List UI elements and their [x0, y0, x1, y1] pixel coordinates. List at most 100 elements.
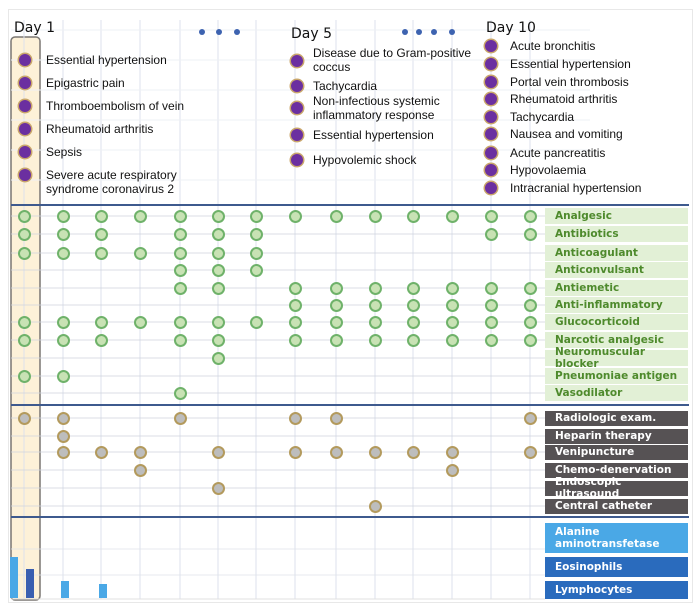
medication-marker: [406, 298, 420, 312]
ellipsis-dot: [416, 29, 422, 35]
diagnosis-item: Hypovolaemia: [510, 163, 587, 177]
diagnosis-dot: [291, 55, 303, 67]
medication-marker: [173, 246, 187, 260]
diagnosis-dot: [291, 102, 303, 114]
medication-marker: [484, 315, 498, 329]
medication-marker: [368, 209, 382, 223]
medication-marker: [329, 281, 343, 295]
procedure-marker: [173, 411, 187, 425]
procedure-marker: [329, 445, 343, 459]
diagnosis-item: Nausea and vomiting: [510, 127, 623, 141]
medication-marker: [288, 298, 302, 312]
diagnosis-dot: [291, 80, 303, 92]
day-label: Day 5: [291, 26, 333, 42]
diagnosis-dot: [19, 146, 31, 158]
medication-marker: [484, 298, 498, 312]
procedure-marker: [94, 445, 108, 459]
medication-marker: [249, 315, 263, 329]
ellipsis-dot: [402, 29, 408, 35]
medication-marker: [56, 246, 70, 260]
medication-marker: [173, 263, 187, 277]
medication-marker: [94, 209, 108, 223]
medication-marker: [17, 246, 31, 260]
diagnosis-item: Disease due to Gram-positive coccus: [313, 46, 472, 74]
medication-marker: [211, 263, 225, 277]
medication-marker: [173, 315, 187, 329]
medication-marker: [56, 209, 70, 223]
medication-marker: [249, 227, 263, 241]
diagnosis-dot: [485, 93, 497, 105]
procedure-marker: [56, 445, 70, 459]
procedure-marker: [288, 411, 302, 425]
medication-marker: [368, 281, 382, 295]
medication-marker: [173, 281, 187, 295]
medication-label: Antiemetic: [545, 280, 688, 296]
medication-marker: [329, 315, 343, 329]
diagnosis-item: Acute bronchitis: [510, 39, 596, 53]
diagnosis-item: Essential hypertension: [46, 53, 167, 67]
medication-marker: [523, 315, 537, 329]
diagnosis-dot: [19, 100, 31, 112]
medication-marker: [288, 333, 302, 347]
diagnosis-dot: [19, 77, 31, 89]
medication-marker: [17, 227, 31, 241]
ellipsis-dot: [234, 29, 240, 35]
diagnosis-item: Tachycardia: [510, 110, 575, 124]
day-label: Day 10: [486, 20, 536, 36]
procedure-marker: [329, 411, 343, 425]
medication-marker: [94, 315, 108, 329]
procedure-marker: [368, 445, 382, 459]
procedure-marker: [211, 481, 225, 495]
medication-marker: [368, 298, 382, 312]
medication-marker: [133, 246, 147, 260]
medication-label: Glucocorticoid: [545, 314, 688, 330]
medication-marker: [173, 333, 187, 347]
medication-marker: [17, 209, 31, 223]
diagnosis-dot: [485, 76, 497, 88]
medication-marker: [484, 227, 498, 241]
medication-marker: [329, 209, 343, 223]
ellipsis-dot: [431, 29, 437, 35]
procedure-label: Venipuncture: [545, 444, 688, 460]
medication-label: Analgesic: [545, 208, 688, 224]
lab-bar: [61, 581, 69, 598]
medication-marker: [445, 209, 459, 223]
procedure-marker: [523, 445, 537, 459]
procedure-marker: [288, 445, 302, 459]
procedure-label: Central catheter: [545, 498, 688, 514]
medication-marker: [94, 246, 108, 260]
medication-marker: [173, 227, 187, 241]
medication-label: Pneumoniae antigen: [545, 368, 688, 384]
diagnosis-item: Portal vein thrombosis: [510, 75, 629, 89]
medication-marker: [211, 281, 225, 295]
lab-label: Lymphocytes: [545, 581, 688, 599]
ellipsis-dot: [199, 29, 205, 35]
medication-marker: [56, 369, 70, 383]
medication-marker: [406, 333, 420, 347]
medication-marker: [94, 333, 108, 347]
diagnosis-item: Essential hypertension: [313, 128, 434, 142]
diagnosis-dot: [19, 169, 31, 181]
diagnosis-dot: [485, 40, 497, 52]
medication-label: Anticonvulsant: [545, 262, 688, 278]
diagnosis-item: Hypovolemic shock: [313, 153, 417, 167]
diagnosis-dot: [485, 182, 497, 194]
diagnosis-item: Severe acute respiratory syndrome corona…: [46, 168, 177, 196]
lab-bar: [10, 557, 18, 598]
diagnosis-item: Intracranial hypertension: [510, 181, 642, 195]
medication-marker: [249, 246, 263, 260]
procedure-marker: [56, 411, 70, 425]
procedure-marker: [406, 445, 420, 459]
medication-marker: [445, 281, 459, 295]
medication-marker: [445, 333, 459, 347]
procedure-label: Radiologic exam.: [545, 410, 688, 426]
diagnosis-item: Rheumatoid arthritis: [46, 122, 154, 136]
lab-bar: [26, 568, 34, 598]
diagnosis-dot: [19, 123, 31, 135]
medication-marker: [17, 369, 31, 383]
medication-marker: [173, 386, 187, 400]
diagnosis-dot: [291, 154, 303, 166]
procedure-marker: [211, 445, 225, 459]
medication-marker: [133, 315, 147, 329]
medication-marker: [211, 209, 225, 223]
